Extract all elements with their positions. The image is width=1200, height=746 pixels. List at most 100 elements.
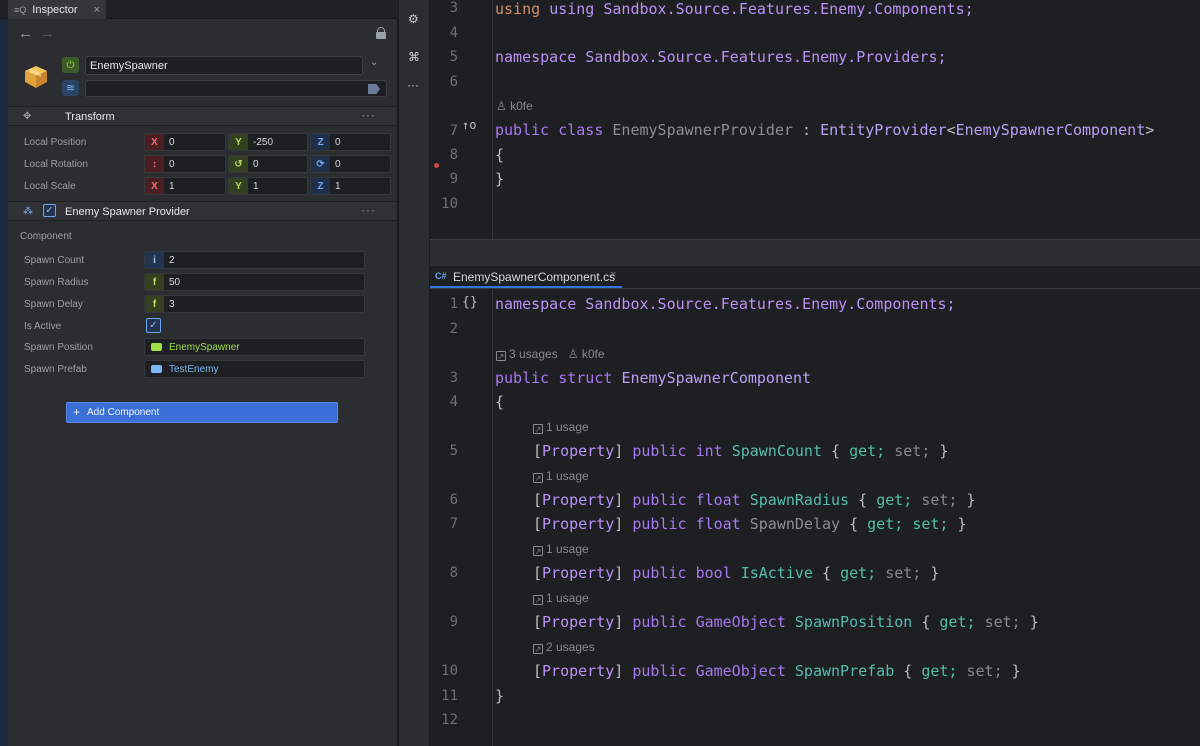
spawn-position-label: Spawn Position xyxy=(24,342,93,353)
more-options-icon[interactable]: ··· xyxy=(361,203,376,217)
gutter-divider xyxy=(492,290,493,746)
spawn-radius-field[interactable]: f 50 xyxy=(144,273,365,291)
local-position-label: Local Position xyxy=(24,137,87,148)
lock-icon[interactable] xyxy=(376,27,386,39)
spawn-delay-label: Spawn Delay xyxy=(24,299,83,310)
position-x-field[interactable]: X0 xyxy=(144,133,226,151)
position-y-field[interactable]: Y -250 xyxy=(228,133,308,151)
code-line: { xyxy=(495,393,505,411)
close-icon[interactable]: × xyxy=(610,269,616,281)
line-number: 10 xyxy=(441,196,458,212)
code-editor[interactable]: 3 using using Sandbox.Source.Features.En… xyxy=(430,0,1200,746)
tags-input[interactable] xyxy=(85,80,387,97)
component-enabled-checkbox[interactable]: ✓ xyxy=(43,204,56,217)
line-number: 6 xyxy=(449,492,458,508)
author-hint[interactable]: ♙ k0fe xyxy=(496,99,533,113)
transform-section-header[interactable]: ✥ Transform ··· xyxy=(8,106,396,126)
is-active-checkbox[interactable]: ✓ xyxy=(146,318,161,333)
prefab-swatch-icon xyxy=(151,365,162,373)
usages-hint[interactable]: ↗ 2 usages xyxy=(533,640,595,654)
transform-title: Transform xyxy=(65,111,115,123)
author-name: k0fe xyxy=(581,347,605,361)
scale-z-field[interactable]: Z1 xyxy=(310,177,391,195)
roll-icon: ⟳ xyxy=(311,156,330,172)
component-section-header[interactable]: ⁂ ✓ Enemy Spawner Provider ··· xyxy=(8,201,396,221)
more-options-icon[interactable]: ··· xyxy=(361,108,376,122)
is-active-label: Is Active xyxy=(24,321,62,332)
pitch-icon: ↕ xyxy=(145,156,164,172)
property-line: [Property] public float SpawnRadius { ge… xyxy=(533,491,976,509)
add-component-label: Add Component xyxy=(87,407,160,418)
author-name: k0fe xyxy=(510,99,533,113)
line-number: 3 xyxy=(449,370,458,386)
line-number: 8 xyxy=(449,147,458,163)
scale-x-field[interactable]: X1 xyxy=(144,177,226,195)
tab-inspector[interactable]: ≡Q Inspector × xyxy=(8,0,106,19)
rotation-yaw-value: 0 xyxy=(253,159,259,170)
usages-hint[interactable]: ↗ 3 usages ♙ k0fe xyxy=(496,347,605,361)
usages-hint[interactable]: ↗ 1 usage xyxy=(533,420,589,434)
local-rotation-label: Local Rotation xyxy=(24,159,88,170)
rotation-pitch-field[interactable]: ↕ 0 xyxy=(144,155,226,173)
property-line: [Property] public bool IsActive { get; s… xyxy=(533,564,940,582)
usages-icon: ↗ xyxy=(533,595,543,605)
add-component-button[interactable]: + Add Component xyxy=(66,402,338,423)
x-badge: X xyxy=(145,178,164,194)
scale-y-field[interactable]: Y1 xyxy=(228,177,308,195)
file-tab-label: EnemySpawnerComponent.cs xyxy=(453,270,616,284)
position-z-field[interactable]: Z0 xyxy=(310,133,391,151)
inspector-tabbar: ≡Q Inspector × xyxy=(0,0,398,19)
using-statement: using Sandbox.Source.Features.Enemy.Comp… xyxy=(549,0,974,18)
back-arrow-icon[interactable]: ← xyxy=(18,25,33,42)
active-tab-indicator xyxy=(430,286,622,288)
forward-arrow-icon[interactable]: → xyxy=(40,25,55,42)
namespace-statement: namespace Sandbox.Source.Features.Enemy.… xyxy=(495,48,947,66)
float-badge: f xyxy=(145,274,164,290)
rotation-roll-value: 0 xyxy=(335,159,341,170)
line-number: 9 xyxy=(449,614,458,630)
enable-toggle-icon[interactable]: ⏻ xyxy=(62,57,79,73)
line-number: 7 xyxy=(449,123,458,139)
scale-x-value: 1 xyxy=(169,181,175,192)
scale-y-value: 1 xyxy=(253,181,259,192)
component-group-heading: Component xyxy=(20,231,72,242)
usages-hint[interactable]: ↗ 1 usage xyxy=(533,469,589,483)
usages-hint[interactable]: ↗ 1 usage xyxy=(533,591,589,605)
z-badge: Z xyxy=(311,178,330,194)
split-divider[interactable] xyxy=(430,239,1200,266)
spawn-position-value: EnemySpawner xyxy=(169,342,240,353)
spawn-position-field[interactable]: EnemySpawner xyxy=(144,338,365,356)
breakpoint-icon[interactable] xyxy=(434,163,439,168)
line-number: 3 xyxy=(449,0,458,16)
z-badge: Z xyxy=(311,134,330,150)
usages-icon: ↗ xyxy=(533,644,543,654)
tab-enemyspawnercomponent[interactable]: C# EnemySpawnerComponent.cs × xyxy=(430,266,1200,289)
rotation-yaw-field[interactable]: ↺ 0 xyxy=(228,155,308,173)
spawn-radius-value: 50 xyxy=(169,277,181,288)
position-x-value: 0 xyxy=(169,137,175,148)
chevron-down-icon[interactable]: ⌄ xyxy=(370,57,378,68)
ai-assistant-icon[interactable]: ⚙ xyxy=(408,12,419,26)
position-y-value: -250 xyxy=(253,137,274,148)
local-scale-label: Local Scale xyxy=(24,181,76,192)
spawn-prefab-field[interactable]: TestEnemy xyxy=(144,360,365,378)
gameobject-name-input[interactable]: EnemySpawner xyxy=(85,56,363,75)
close-icon[interactable]: × xyxy=(94,4,100,16)
spawn-count-field[interactable]: i2 xyxy=(144,251,365,269)
code-line: } xyxy=(495,170,505,188)
gameobject-header: ⏻ ≋ EnemySpawner ⌄ xyxy=(8,50,396,106)
structure-icon[interactable]: ⌘ xyxy=(408,50,420,64)
property-line: [Property] public float SpawnDelay { get… xyxy=(533,515,967,533)
line-number: 5 xyxy=(449,49,458,65)
rotation-roll-field[interactable]: ⟳ 0 xyxy=(310,155,391,173)
line-number: 1 xyxy=(449,296,458,312)
implementations-icon[interactable]: ↑o xyxy=(462,118,476,132)
spawn-delay-field[interactable]: f3 xyxy=(144,295,365,313)
network-icon[interactable]: ≋ xyxy=(62,80,79,96)
more-tools-icon[interactable]: ··· xyxy=(407,78,419,92)
line-number: 12 xyxy=(441,712,458,728)
line-number: 11 xyxy=(441,688,458,704)
usages-hint[interactable]: ↗ 1 usage xyxy=(533,542,589,556)
namespace-icon: {} xyxy=(462,295,478,310)
rotation-pitch-value: 0 xyxy=(169,159,175,170)
